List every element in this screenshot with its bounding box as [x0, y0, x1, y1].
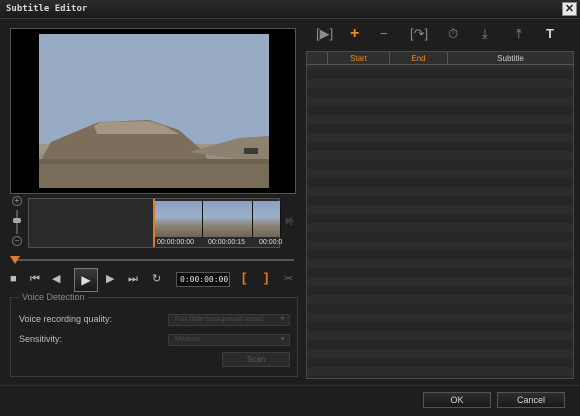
voice-quality-select[interactable]: Fair (little background noise) ▼ [168, 314, 290, 326]
import-subtitle-button[interactable]: ⤓ [482, 26, 488, 42]
text-format-icon: T [546, 26, 554, 41]
thumbnail [203, 201, 253, 237]
dialog-footer: OK Cancel [0, 385, 580, 416]
stop-icon: ■ [10, 273, 17, 285]
sensitivity-label: Sensitivity: [19, 334, 63, 344]
time-label: 00:00:00:15 [207, 239, 245, 246]
chevron-down-icon: ▼ [279, 316, 286, 323]
close-button[interactable]: ✕ [562, 2, 577, 16]
add-subtitle-button[interactable]: + [350, 26, 359, 42]
play-icon: ▶ [81, 273, 91, 287]
minus-icon: − [380, 26, 388, 41]
scissors-icon: ✂ [284, 273, 294, 285]
sensitivity-select[interactable]: Medium ▼ [168, 334, 290, 346]
timeline-marker[interactable] [153, 199, 155, 247]
subtitle-list[interactable]: Start End Subtitle [306, 51, 574, 379]
chevron-down-icon: ▼ [279, 336, 286, 343]
mark-out-button[interactable]: ] [264, 270, 268, 285]
scan-button[interactable]: Scan [222, 352, 290, 367]
subtitle-toolbar: [▶] + − [↷] ⏱ ⤓ ⤒ T [306, 24, 574, 48]
step-forward-icon: ▶ [106, 273, 115, 285]
next-frame-button[interactable]: ▶ [106, 272, 114, 286]
export-subtitle-button[interactable]: ⤒ [516, 26, 522, 42]
window-title: Subtitle Editor [6, 4, 88, 14]
play-bracket-icon: [▶] [316, 26, 334, 41]
voice-detection-group: Voice Detection Voice recording quality:… [10, 292, 298, 377]
time-offset-button[interactable]: ⏱ [448, 26, 458, 42]
previous-clip-button[interactable]: ⏮ [30, 272, 40, 286]
zoom-slider-knob[interactable] [13, 218, 21, 223]
scrub-handle[interactable] [10, 256, 20, 264]
repeat-icon: ↻ [152, 273, 162, 285]
import-icon: ⤓ [482, 26, 488, 41]
next-clip-button[interactable]: ⏭ [128, 272, 138, 286]
time-label: 00:00:0 [258, 239, 283, 246]
zoom-control: + − [10, 196, 24, 250]
zoom-in-icon[interactable]: + [12, 196, 22, 206]
cancel-button[interactable]: Cancel [497, 392, 565, 408]
scrub-bar[interactable] [10, 256, 296, 264]
repeat-button[interactable]: ↻ [152, 272, 161, 286]
skip-back-icon: ⏮ [30, 273, 40, 285]
video-image [39, 34, 269, 188]
video-scene [39, 34, 269, 188]
clock-icon: ⏱ [448, 26, 459, 41]
text-options-button[interactable]: T [546, 26, 554, 42]
transport-controls: ■ ⏮ ◀ ▶ ▶ ⏭ ↻ 0:00:00:00 [ ] ✂ [10, 268, 300, 292]
jump-button[interactable]: [↷] [410, 26, 428, 42]
voice-detection-legend: Voice Detection [19, 292, 88, 302]
export-icon: ⤒ [516, 26, 522, 41]
column-header-subtitle[interactable]: Subtitle [447, 52, 573, 65]
voice-quality-label: Voice recording quality: [19, 314, 113, 324]
timecode-field[interactable]: 0:00:00:00 [176, 272, 230, 287]
timeline-times: 00:00:00:00 00:00:00:15 00:00:0 [157, 239, 282, 246]
title-bar: Subtitle Editor ✕ [0, 0, 580, 19]
column-header-start[interactable]: Start [327, 52, 389, 65]
audio-waveform-icon [284, 216, 294, 229]
play-button[interactable]: ▶ [74, 268, 98, 292]
subtitle-list-header: Start End Subtitle [307, 52, 573, 65]
video-preview [10, 28, 296, 194]
zoom-out-icon[interactable]: − [12, 236, 22, 246]
close-icon: ✕ [564, 3, 575, 15]
timeline-area: + − 00:00:00:00 00:00:00:15 00:00:0 [10, 196, 296, 250]
mark-in-button[interactable]: [ [242, 270, 246, 285]
play-subtitle-button[interactable]: [▶] [316, 26, 333, 42]
stop-button[interactable]: ■ [10, 272, 17, 286]
skip-forward-icon: ⏭ [128, 273, 138, 285]
thumbnail [153, 201, 203, 237]
column-header-end[interactable]: End [389, 52, 447, 65]
jump-icon: [↷] [410, 26, 429, 41]
thumbnail-strip [153, 201, 281, 237]
clip-timeline[interactable]: 00:00:00:00 00:00:00:15 00:00:0 [28, 198, 282, 248]
remove-subtitle-button[interactable]: − [380, 26, 388, 42]
split-button[interactable]: ✂ [284, 272, 293, 286]
scrub-track[interactable] [16, 259, 294, 261]
ok-button[interactable]: OK [423, 392, 491, 408]
step-back-icon: ◀ [52, 273, 61, 285]
previous-frame-button[interactable]: ◀ [52, 272, 60, 286]
thumbnail [253, 201, 281, 237]
plus-icon: + [350, 25, 360, 42]
time-label: 00:00:00:00 [157, 239, 194, 246]
